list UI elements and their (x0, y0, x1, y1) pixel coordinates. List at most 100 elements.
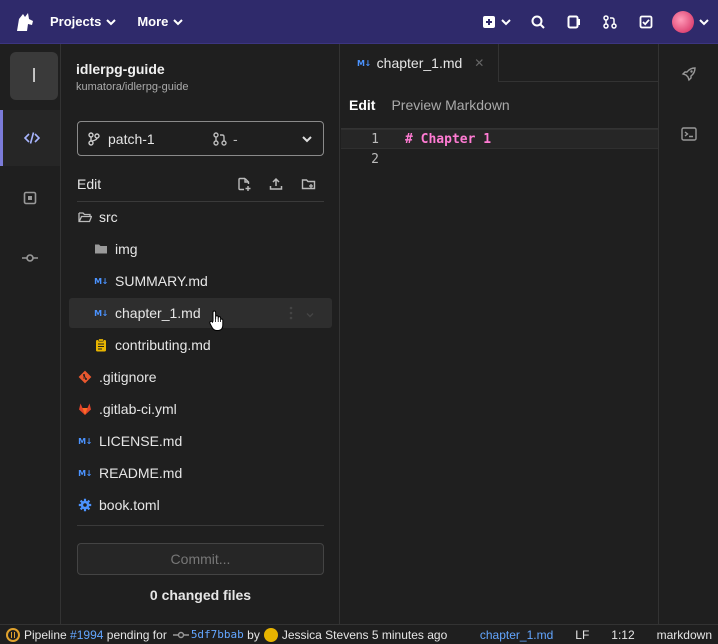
pipelines-button[interactable] (671, 56, 707, 92)
markdown-icon: M↓ (78, 436, 92, 446)
editor-tab-label: chapter_1.md (376, 55, 463, 71)
activity-bar: I (0, 44, 61, 624)
merge-request-icon (213, 131, 227, 146)
issues-icon (567, 15, 580, 29)
upload-icon (269, 177, 283, 190)
merge-request-indicator: - (213, 131, 238, 147)
new-directory-button[interactable] (292, 169, 324, 199)
pipeline-prefix: Pipeline (24, 627, 67, 642)
editor-pane: M↓ chapter_1.md ✕ Edit Preview Markdown … (341, 44, 658, 624)
code-line: 1 # Chapter 1 (341, 129, 658, 149)
markdown-icon: M↓ (94, 308, 108, 318)
issues-button[interactable] (556, 0, 592, 44)
status-bar: Pipeline #1994 pending for 5df7bbab by J… (0, 624, 718, 644)
merge-request-icon (603, 15, 617, 29)
tree-item-gitlab-ci[interactable]: .gitlab-ci.yml (69, 394, 332, 424)
chevron-down-icon (106, 18, 117, 25)
more-menu[interactable]: More (137, 14, 184, 29)
branch-name: patch-1 (108, 130, 155, 147)
line-ending: LF (575, 627, 590, 642)
edit-mode-button[interactable] (0, 110, 60, 166)
branch-selector[interactable]: patch-1 - (77, 121, 324, 156)
markdown-icon: M↓ (94, 276, 108, 286)
terminal-icon (681, 127, 697, 141)
tree-item-src[interactable]: src (69, 202, 332, 232)
close-icon[interactable]: ✕ (474, 56, 484, 70)
merge-requests-button[interactable] (592, 0, 628, 44)
editor-mode-tabs: Edit Preview Markdown (341, 82, 658, 129)
chevron-down-icon (173, 18, 184, 25)
git-icon (77, 369, 93, 385)
top-navbar: Projects More (0, 0, 718, 44)
by-label: by (247, 627, 260, 642)
author-avatar (263, 627, 278, 642)
plus-square-icon (483, 16, 495, 28)
right-sidebar (658, 44, 718, 624)
tree-item-license[interactable]: M↓ LICENSE.md (69, 426, 332, 456)
status-file-name[interactable]: chapter_1.md (480, 628, 553, 642)
clipboard-icon (93, 337, 109, 353)
more-menu-label: More (137, 14, 169, 29)
editor-tab[interactable]: M↓ chapter_1.md ✕ (341, 44, 499, 82)
line-number: 2 (371, 151, 379, 167)
todos-button[interactable] (628, 0, 664, 44)
chevron-down-icon[interactable] (305, 307, 315, 323)
new-file-button[interactable] (228, 169, 260, 199)
pipeline-link[interactable]: #1994 (70, 628, 103, 642)
tree-item-contributing[interactable]: contributing.md (69, 330, 332, 360)
tree-item-img[interactable]: img (69, 234, 332, 264)
branch-icon (88, 131, 100, 146)
new-folder-icon (301, 178, 315, 189)
tree-item-book-toml[interactable]: book.toml (69, 490, 332, 520)
commit-author[interactable]: Jessica Stevens (282, 628, 369, 642)
new-item-dropdown[interactable] (474, 0, 520, 44)
tree-item-label: chapter_1.md (115, 305, 201, 321)
commit-mode-button[interactable] (0, 230, 60, 286)
tab-preview-markdown[interactable]: Preview Markdown (391, 97, 509, 113)
new-file-icon (238, 177, 251, 191)
commit-button[interactable]: Commit... (77, 543, 324, 575)
code-area[interactable]: 1 # Chapter 1 2 (341, 129, 658, 169)
chevron-down-icon (699, 19, 709, 26)
terminal-button[interactable] (671, 116, 707, 152)
tab-bar (499, 44, 658, 82)
app-logo-icon[interactable] (0, 0, 50, 44)
tree-header-label: Edit (77, 175, 102, 192)
tree-item-chapter-1[interactable]: M↓ chapter_1.md (69, 298, 332, 328)
changed-files-count: 0 changed files (149, 587, 252, 603)
tree-item-summary[interactable]: M↓ SUMMARY.md (69, 266, 332, 296)
tree-toolbar: Edit (77, 166, 324, 202)
tree-item-label: img (115, 241, 138, 257)
commit-time: 5 minutes ago (371, 627, 448, 642)
project-avatar[interactable]: I (10, 52, 58, 100)
chevron-down-icon (302, 135, 312, 142)
tab-edit[interactable]: Edit (349, 97, 375, 113)
project-name[interactable]: idlerpg-guide (76, 61, 165, 77)
project-path: kumatora/idlerpg-guide (76, 81, 189, 93)
review-mode-button[interactable] (0, 170, 60, 226)
rocket-icon (681, 67, 696, 82)
hand-cursor-icon (209, 310, 224, 331)
upload-file-button[interactable] (260, 169, 292, 199)
markdown-icon: M↓ (357, 58, 371, 68)
divider (77, 525, 324, 526)
gitlab-icon (77, 401, 93, 417)
commit-icon (22, 254, 38, 262)
tree-item-label: .gitignore (99, 369, 157, 385)
kebab-menu-icon[interactable] (289, 306, 293, 323)
folder-open-icon (77, 209, 93, 225)
tree-item-label: book.toml (99, 497, 160, 513)
search-button[interactable] (520, 0, 556, 44)
tree-item-readme[interactable]: M↓ README.md (69, 458, 332, 488)
search-icon (531, 15, 545, 29)
pipeline-state: pending for (106, 627, 167, 642)
commit-sha-link[interactable]: 5df7bbab (191, 628, 244, 641)
user-menu[interactable] (664, 0, 718, 44)
file-language: markdown (656, 627, 712, 642)
projects-menu[interactable]: Projects (50, 14, 117, 29)
cursor-position: 1:12 (611, 627, 635, 642)
merge-request-value: - (233, 130, 238, 147)
code-icon (23, 132, 40, 144)
chevron-down-icon (501, 19, 511, 26)
tree-item-gitignore[interactable]: .gitignore (69, 362, 332, 392)
